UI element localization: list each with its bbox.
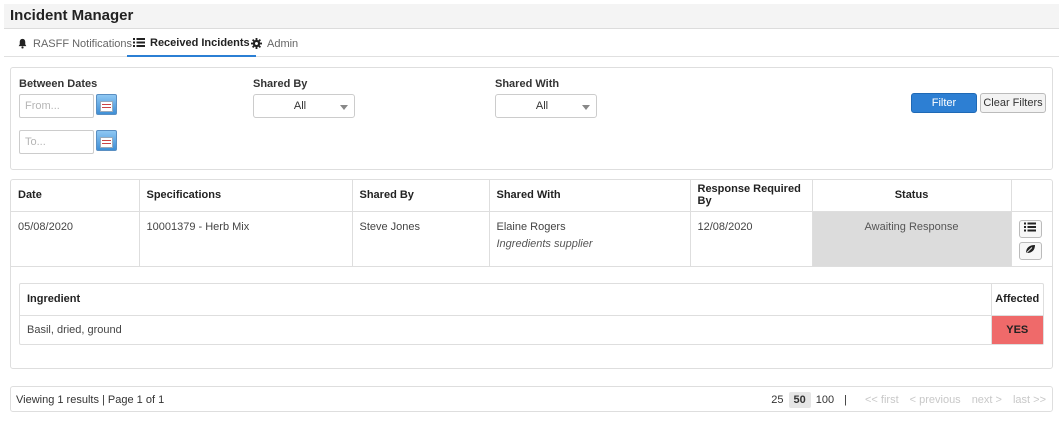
column-header-shared-by[interactable]: Shared By (352, 180, 490, 212)
between-dates-label: Between Dates (19, 78, 98, 90)
tab-label: Received Incidents (150, 36, 250, 49)
shared-with-select[interactable]: All (495, 94, 597, 118)
cell-shared-by: Steve Jones (352, 211, 490, 267)
pager-separator: | (844, 394, 847, 406)
column-header-response-required-by[interactable]: Response Required By (690, 180, 813, 212)
tab-received-incidents[interactable]: Received Incidents (127, 30, 256, 57)
table-row[interactable]: 05/08/2020 10001379 - Herb Mix Steve Jon… (11, 211, 1052, 267)
incident-manager-app: Incident Manager RASFF Notifications Rec… (0, 0, 1063, 433)
title-bar: Incident Manager (4, 4, 1059, 29)
first-page-link[interactable]: << first (865, 394, 899, 406)
affected-badge: YES (991, 315, 1043, 344)
column-header-ingredient: Ingredient (20, 284, 992, 316)
previous-page-link[interactable]: < previous (910, 394, 961, 406)
shared-by-select[interactable]: All (253, 94, 355, 118)
cell-shared-with: Elaine Rogers Ingredients supplier (489, 211, 691, 267)
pagination-bar: Viewing 1 results | Page 1 of 1 25 50 10… (10, 386, 1053, 412)
gear-icon (250, 38, 262, 50)
ingredients-toggle-button[interactable] (1018, 241, 1042, 260)
ingredients-panel: Ingredient Affected Basil, dried, ground… (19, 283, 1044, 345)
cell-date: 05/08/2020 (11, 211, 140, 267)
chevron-down-icon (340, 105, 348, 110)
bell-icon (16, 38, 28, 50)
details-button[interactable] (1018, 219, 1042, 238)
cell-actions (1011, 211, 1052, 267)
column-header-specifications[interactable]: Specifications (139, 180, 353, 212)
tab-label: RASFF Notifications (33, 37, 133, 50)
shared-with-label: Shared With (495, 78, 560, 90)
last-page-link[interactable]: last >> (1013, 394, 1046, 406)
to-calendar-icon[interactable] (96, 130, 117, 151)
list-icon (133, 37, 145, 49)
tab-rasff-notifications[interactable]: RASFF Notifications (16, 30, 132, 57)
clear-filters-button[interactable]: Clear Filters (980, 93, 1046, 113)
ingredients-header-row: Ingredient Affected (20, 284, 1043, 316)
page-size-100[interactable]: 100 (811, 392, 839, 408)
page-size-50[interactable]: 50 (788, 392, 811, 408)
to-date-input[interactable] (19, 130, 94, 154)
tab-admin[interactable]: Admin (250, 30, 298, 57)
column-header-shared-with[interactable]: Shared With (489, 180, 691, 212)
cell-response-required-by: 12/08/2020 (690, 211, 813, 267)
incidents-panel: Date Specifications Shared By Shared Wit… (10, 179, 1053, 369)
shared-with-value: All (535, 100, 549, 112)
chevron-down-icon (582, 105, 590, 110)
next-page-link[interactable]: next > (972, 394, 1002, 406)
shared-by-label: Shared By (253, 78, 308, 90)
leaf-icon (1025, 244, 1036, 257)
column-header-status[interactable]: Status (812, 180, 1012, 212)
shared-with-name: Elaine Rogers (496, 220, 566, 233)
cell-status: Awaiting Response (812, 211, 1012, 267)
results-info: Viewing 1 results | Page 1 of 1 (16, 394, 165, 406)
from-date-input[interactable] (19, 94, 94, 118)
column-header-actions (1011, 180, 1052, 212)
filter-button[interactable]: Filter (911, 93, 977, 113)
ingredient-row: Basil, dried, ground YES (20, 315, 1043, 344)
app-title: Incident Manager (10, 7, 134, 24)
ingredients-table: Ingredient Affected Basil, dried, ground… (20, 284, 1043, 344)
column-header-affected: Affected (991, 284, 1043, 316)
incidents-table: Date Specifications Shared By Shared Wit… (11, 180, 1052, 267)
ingredient-name: Basil, dried, ground (20, 315, 992, 344)
list-icon (1024, 222, 1036, 235)
from-calendar-icon[interactable] (96, 94, 117, 115)
table-header-row: Date Specifications Shared By Shared Wit… (11, 180, 1052, 212)
filter-panel: Between Dates Shared By All Shared With … (10, 67, 1053, 170)
shared-by-value: All (293, 100, 307, 112)
column-header-date[interactable]: Date (11, 180, 140, 212)
page-size-25[interactable]: 25 (766, 392, 788, 408)
tab-label: Admin (267, 37, 299, 50)
cell-specification: 10001379 - Herb Mix (139, 211, 353, 267)
tab-bar: RASFF Notifications Received Incidents A… (4, 30, 1059, 57)
shared-with-role: Ingredients supplier (496, 237, 593, 250)
pager: 25 50 100 | << first < previous next > l… (766, 391, 1046, 409)
